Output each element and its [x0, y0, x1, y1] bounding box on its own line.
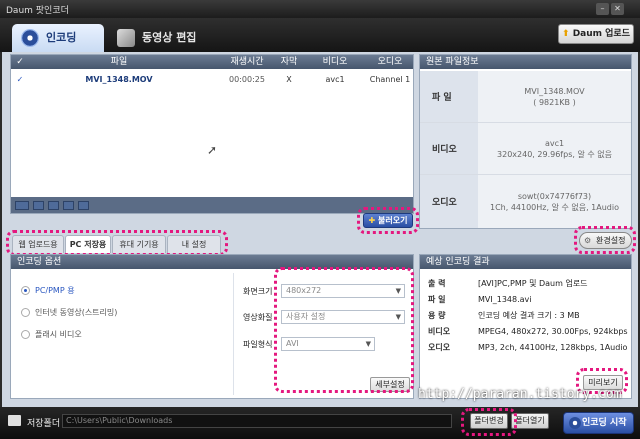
source-file-value: MVI_1348.MOV ( 9821KB )	[478, 71, 631, 122]
radio-off-icon[interactable]	[21, 330, 30, 339]
folder-icon	[8, 415, 21, 426]
source-audio-value: sowt(0x74776f73) 1Ch, 44100Hz, 알 수 없음, 1…	[478, 175, 631, 228]
source-audio-label: 오디오	[420, 175, 478, 228]
watermark: http://pararan.tistory.com	[418, 387, 622, 402]
highlight-change-folder	[461, 408, 517, 436]
mouse-cursor-icon: ➚	[207, 143, 218, 157]
file-format-label: 파일형식	[243, 340, 273, 349]
move-top-button[interactable]	[63, 201, 74, 210]
screen-size-label: 화면크기	[243, 287, 273, 296]
minimize-button[interactable]: –	[596, 3, 609, 15]
tab-encoding-label: 인코딩	[46, 31, 77, 44]
source-video-value: avc1 320x240, 29.96fps, 알 수 없음	[478, 123, 631, 174]
source-video-codec: avc1	[544, 138, 565, 148]
source-file-name: MVI_1348.MOV	[524, 86, 585, 96]
source-file-label: 파 일	[420, 71, 478, 122]
row-duration: 00:00:25	[229, 75, 265, 84]
result-video-row: 비디오 MPEG4, 480x272, 30.00Fps, 924kbps	[420, 325, 631, 339]
source-audio-row: 오디오 sowt(0x74776f73) 1Ch, 44100Hz, 알 수 없…	[420, 175, 631, 228]
disc-icon	[569, 417, 581, 429]
file-list-panel: ✓ 파일 재생시간 자막 비디오 오디오 ✓ MVI_1348.MOV 00:0…	[10, 54, 414, 214]
remove-file-button[interactable]	[15, 201, 29, 210]
radio-flash-label: 플래시 비디오	[35, 330, 82, 339]
result-value: MP3, 2ch, 44100Hz, 128kbps, 1Audio	[478, 343, 628, 352]
result-value: [AVI]PC,PMP 및 Daum 업로드	[478, 279, 588, 288]
source-file-size: ( 9821KB )	[533, 97, 576, 107]
result-output-row: 출 력 [AVI]PC,PMP 및 Daum 업로드	[420, 277, 631, 291]
file-list-toolbar	[11, 197, 413, 213]
col-audio: 오디오	[377, 57, 403, 67]
tab-video-edit-label: 동영상 편집	[142, 31, 197, 44]
col-video: 비디오	[322, 57, 348, 67]
radio-pc-pmp-label: PC/PMP 용	[35, 286, 75, 295]
save-folder-label: 저장폴더	[27, 419, 61, 429]
result-key: 비디오	[428, 327, 451, 336]
radio-flash[interactable]: 플래시 비디오	[21, 329, 82, 340]
row-file: MVI_1348.MOV	[85, 75, 153, 84]
source-info-panel: 원본 파일정보 파 일 MVI_1348.MOV ( 9821KB ) 비디오 …	[419, 54, 632, 229]
tab-encoding[interactable]: 인코딩	[12, 24, 104, 52]
result-key: 오디오	[428, 343, 451, 352]
source-video-row: 비디오 avc1 320x240, 29.96fps, 알 수 없음	[420, 123, 631, 175]
radio-on-icon[interactable]	[21, 286, 30, 295]
window-title: Daum 팟인코더	[6, 6, 69, 16]
result-value: MPEG4, 480x272, 30.00Fps, 924kbps	[478, 327, 628, 336]
source-info-title: 원본 파일정보	[420, 55, 631, 69]
highlight-subtabs	[6, 230, 228, 256]
source-audio-detail: 1Ch, 44100Hz, 알 수 없음, 1Audio	[489, 202, 620, 212]
move-down-button[interactable]	[48, 201, 59, 210]
start-encoding-label: 인코딩 시작	[582, 418, 627, 428]
result-value: MVI_1348.avi	[478, 295, 532, 304]
result-key: 용 량	[428, 311, 446, 320]
main-tab-bar: 인코딩 동영상 편집 ⬆ Daum 업로드	[0, 18, 640, 52]
file-table-header: ✓ 파일 재생시간 자막 비디오 오디오	[11, 55, 413, 69]
film-icon	[117, 29, 135, 47]
radio-streaming-label: 인터넷 동영상(스트리밍)	[35, 308, 118, 317]
daum-upload-button[interactable]: ⬆ Daum 업로드	[558, 24, 634, 44]
row-video: avc1	[325, 75, 345, 84]
row-check-icon[interactable]: ✓	[14, 73, 26, 87]
radio-off-icon[interactable]	[21, 308, 30, 317]
move-bottom-button[interactable]	[78, 201, 89, 210]
move-up-button[interactable]	[33, 201, 44, 210]
save-folder-path[interactable]: C:\Users\Public\Downloads	[62, 414, 452, 428]
upload-arrow-icon: ⬆	[562, 29, 570, 39]
content-area: ✓ 파일 재생시간 자막 비디오 오디오 ✓ MVI_1348.MOV 00:0…	[2, 52, 638, 407]
select-all-check-icon[interactable]: ✓	[14, 55, 26, 69]
row-audio: Channel 1	[369, 75, 411, 84]
title-bar: Daum 팟인코더 – ✕	[0, 0, 640, 18]
result-key: 출 력	[428, 279, 446, 288]
start-encoding-button[interactable]: 인코딩 시작	[563, 412, 634, 434]
source-audio-codec: sowt(0x74776f73)	[517, 191, 592, 201]
result-key: 파 일	[428, 295, 446, 304]
source-video-label: 비디오	[420, 123, 478, 174]
col-file: 파일	[110, 57, 128, 67]
col-subtitle: 자막	[280, 57, 298, 67]
options-divider	[233, 273, 234, 395]
daum-upload-label: Daum 업로드	[572, 29, 630, 39]
radio-streaming[interactable]: 인터넷 동영상(스트리밍)	[21, 307, 117, 318]
radio-pc-pmp[interactable]: PC/PMP 용	[21, 285, 75, 296]
table-row[interactable]: ✓ MVI_1348.MOV 00:00:25 X avc1 Channel 1	[11, 73, 413, 87]
video-quality-label: 영상화질	[243, 313, 273, 322]
result-file-row: 파 일 MVI_1348.avi	[420, 293, 631, 307]
result-audio-row: 오디오 MP3, 2ch, 44100Hz, 128kbps, 1Audio	[420, 341, 631, 355]
highlight-settings	[574, 226, 636, 254]
close-button[interactable]: ✕	[611, 3, 624, 15]
bottom-bar: 저장폴더 C:\Users\Public\Downloads 폴더변경 폴더열기…	[0, 407, 640, 439]
source-video-detail: 320x240, 29.96fps, 알 수 없음	[497, 149, 612, 159]
tab-video-edit[interactable]: 동영상 편집	[108, 24, 208, 52]
col-duration: 재생시간	[230, 57, 264, 67]
row-subtitle: X	[286, 75, 292, 84]
highlight-options	[274, 267, 414, 393]
source-file-row: 파 일 MVI_1348.MOV ( 9821KB )	[420, 71, 631, 123]
disc-icon	[21, 29, 39, 47]
result-size-row: 용 량 인코딩 예상 결과 크기 : 3 MB	[420, 309, 631, 323]
result-value: 인코딩 예상 결과 크기 : 3 MB	[478, 311, 580, 320]
highlight-load	[357, 207, 419, 234]
expected-result-title: 예상 인코딩 결과	[420, 255, 631, 269]
